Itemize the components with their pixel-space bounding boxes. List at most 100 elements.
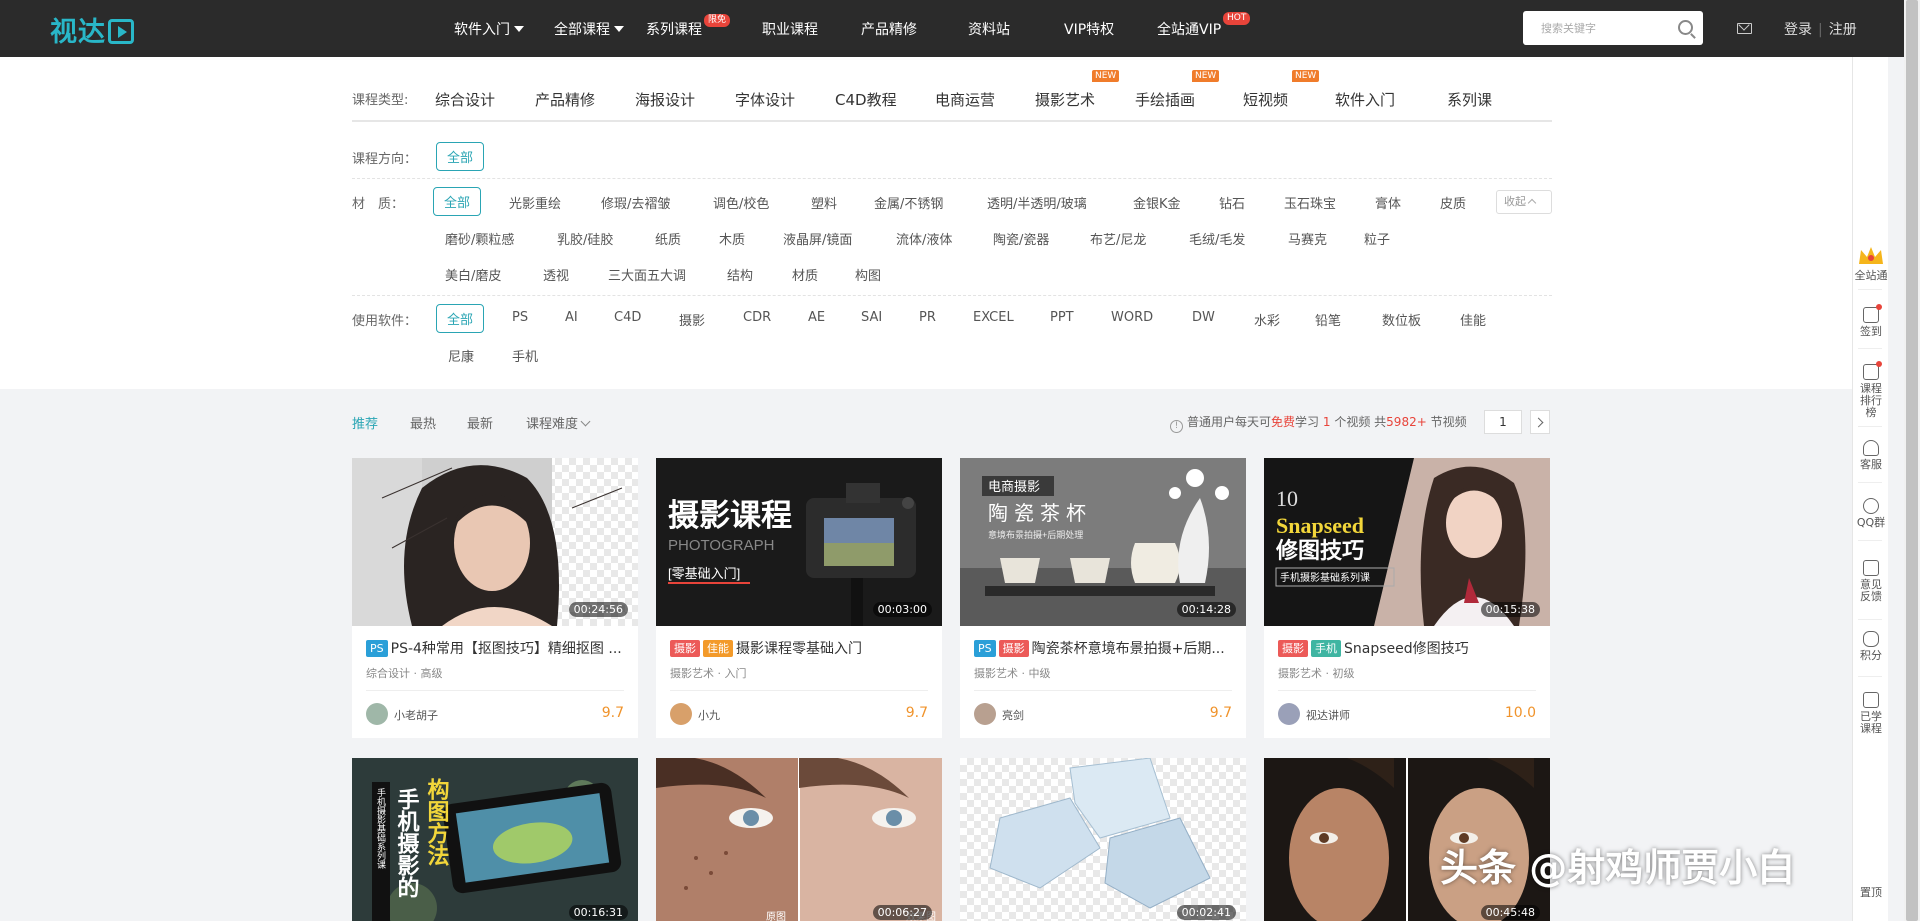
material-tag-7[interactable]: 金银K金 [1133, 193, 1181, 212]
software-tag-5[interactable]: CDR [743, 310, 771, 325]
software-tag-11[interactable]: WORD [1111, 310, 1153, 325]
mail-icon[interactable] [1737, 23, 1752, 34]
nav-all-site-vip[interactable]: 全站通VIP HOT [1157, 12, 1251, 39]
material-tag-4[interactable]: 塑料 [811, 193, 837, 212]
type-ecommerce[interactable]: 电商运营 [935, 89, 995, 110]
site-logo[interactable]: 视达 [50, 10, 134, 49]
back-to-top-button[interactable]: 置顶 [1853, 887, 1889, 899]
sort-newest[interactable]: 最新 [467, 413, 493, 432]
sort-difficulty[interactable]: 课程难度 [526, 413, 591, 432]
software-tag-15[interactable]: 数位板 [1382, 310, 1421, 329]
material-tag-1[interactable]: 透视 [543, 265, 569, 284]
material-tag-11[interactable]: 皮质 [1440, 193, 1466, 212]
material-tag-1[interactable]: 乳胶/硅胶 [557, 229, 613, 248]
nav-resources[interactable]: 资料站 [968, 19, 1010, 39]
material-tag-0[interactable]: 磨砂/颗粒感 [445, 229, 514, 248]
material-tag-9[interactable]: 马赛克 [1288, 229, 1327, 248]
software-tag-8[interactable]: PR [919, 310, 936, 325]
course-thumbnail[interactable]: 电商摄影 陶瓷茶杯 意境布景拍摄+后期处理 00:14:28 [960, 458, 1246, 626]
material-tag-4[interactable]: 材质 [792, 265, 818, 284]
material-tag-3[interactable]: 调色/校色 [713, 193, 769, 212]
all-site-pass-button[interactable]: 全站通 [1853, 244, 1889, 282]
material-tag-3[interactable]: 结构 [727, 265, 753, 284]
software-tag-4[interactable]: 摄影 [679, 310, 705, 329]
next-page-button[interactable] [1530, 410, 1550, 434]
page-number-input[interactable] [1484, 410, 1522, 434]
material-tag-5[interactable]: 金属/不锈钢 [874, 193, 943, 212]
course-card[interactable]: 10 Snapseed 修图技巧 手机摄影基础系列课 00:15:38 摄影 手机… [1264, 458, 1550, 738]
course-ranking-button[interactable]: 课程排行榜 [1853, 361, 1889, 419]
type-photography[interactable]: 摄影艺术 [1035, 89, 1095, 110]
type-short-video[interactable]: 短视频 [1243, 89, 1288, 110]
software-tag-0[interactable]: 尼康 [448, 346, 474, 365]
software-tag-0[interactable]: 全部 [436, 304, 485, 333]
sort-recommended[interactable]: 推荐 [352, 413, 378, 432]
course-thumbnail[interactable]: 摄影课程 PHOTOGRAPH [零基础入门] 00:03:00 [656, 458, 942, 626]
software-tag-2[interactable]: AI [565, 310, 578, 325]
author-name[interactable]: 小老胡子 [394, 707, 438, 723]
author-name[interactable]: 视达讲师 [1306, 707, 1350, 723]
material-tag-3[interactable]: 木质 [719, 229, 745, 248]
type-poster-design[interactable]: 海报设计 [635, 89, 695, 110]
material-tag-8[interactable]: 毛绒/毛发 [1189, 229, 1245, 248]
check-in-button[interactable]: 签到 [1853, 304, 1889, 338]
software-tag-1[interactable]: 手机 [512, 346, 538, 365]
software-tag-10[interactable]: PPT [1050, 310, 1074, 325]
software-tag-9[interactable]: EXCEL [973, 310, 1014, 325]
sort-hottest[interactable]: 最热 [410, 413, 436, 432]
nav-series-courses[interactable]: 系列课程 限免 [646, 14, 731, 39]
course-thumbnail[interactable]: 10 Snapseed 修图技巧 手机摄影基础系列课 00:15:38 [1264, 458, 1550, 626]
type-font-design[interactable]: 字体设计 [735, 89, 795, 110]
software-tag-3[interactable]: C4D [614, 310, 641, 325]
material-tag-5[interactable]: 构图 [855, 265, 881, 284]
material-tag-6[interactable]: 陶瓷/瓷器 [993, 229, 1049, 248]
type-series[interactable]: 系列课 [1447, 89, 1492, 110]
course-title[interactable]: 摄影 手机 Snapseed修图技巧 [1278, 638, 1540, 658]
material-tag-6[interactable]: 透明/半透明/玻璃 [987, 193, 1087, 212]
qq-group-button[interactable]: QQ群 [1853, 498, 1889, 529]
material-tag-10[interactable]: 粒子 [1364, 229, 1390, 248]
material-tag-7[interactable]: 布艺/尼龙 [1090, 229, 1146, 248]
course-title[interactable]: 摄影 佳能 摄影课程零基础入门 [670, 638, 932, 658]
author-name[interactable]: 亮剑 [1002, 707, 1024, 723]
nav-all-courses[interactable]: 全部课程 [554, 19, 624, 39]
course-thumbnail[interactable]: 00:24:56 [352, 458, 638, 626]
type-software-intro[interactable]: 软件入门 [1335, 89, 1395, 110]
register-link[interactable]: 注册 [1829, 22, 1857, 38]
software-tag-13[interactable]: 水彩 [1254, 310, 1280, 329]
nav-vip-privileges[interactable]: VIP特权 [1064, 19, 1114, 39]
direction-all[interactable]: 全部 [436, 142, 485, 171]
points-button[interactable]: 积分 [1853, 631, 1889, 662]
software-tag-12[interactable]: DW [1192, 310, 1215, 325]
material-tag-0[interactable]: 全部 [433, 187, 482, 216]
course-title[interactable]: PS 摄影 陶瓷茶杯意境布景拍摄+后期... [974, 638, 1236, 658]
software-tag-6[interactable]: AE [808, 310, 825, 325]
software-tag-1[interactable]: PS [512, 310, 528, 325]
course-card[interactable]: 手机摄影基础系列课 手机摄影的 构图方法 00:16:31 [352, 758, 638, 921]
login-link[interactable]: 登录 [1784, 22, 1812, 38]
material-tag-10[interactable]: 膏体 [1375, 193, 1401, 212]
type-comprehensive-design[interactable]: 综合设计 [435, 89, 495, 110]
material-tag-4[interactable]: 液晶屏/镜面 [783, 229, 852, 248]
material-tag-2[interactable]: 修瑕/去褶皱 [601, 193, 670, 212]
learned-courses-button[interactable]: 已学课程 [1853, 692, 1889, 735]
material-tag-2[interactable]: 纸质 [655, 229, 681, 248]
collapse-button[interactable]: 收起 [1496, 190, 1552, 214]
feedback-button[interactable]: 意见反馈 [1853, 560, 1889, 603]
course-card[interactable]: 原图 效果图 00:06:27 [656, 758, 942, 921]
search-icon[interactable] [1678, 20, 1693, 35]
author-name[interactable]: 小九 [698, 707, 720, 723]
material-tag-1[interactable]: 光影重绘 [509, 193, 561, 212]
customer-service-button[interactable]: 客服 [1853, 440, 1889, 471]
type-c4d[interactable]: C4D教程 [835, 89, 897, 110]
search-input[interactable] [1523, 11, 1663, 45]
material-tag-5[interactable]: 流体/液体 [896, 229, 952, 248]
course-card[interactable]: 00:02:41 [960, 758, 1246, 921]
course-card[interactable]: 电商摄影 陶瓷茶杯 意境布景拍摄+后期处理 00:14:28 PS 摄影 陶瓷茶杯意… [960, 458, 1246, 738]
type-hand-drawn[interactable]: 手绘插画 [1135, 89, 1195, 110]
nav-career-courses[interactable]: 职业课程 [762, 19, 818, 39]
material-tag-0[interactable]: 美白/磨皮 [445, 265, 501, 284]
material-tag-9[interactable]: 玉石珠宝 [1284, 193, 1336, 212]
material-tag-8[interactable]: 钻石 [1219, 193, 1245, 212]
software-tag-16[interactable]: 佳能 [1460, 310, 1486, 329]
